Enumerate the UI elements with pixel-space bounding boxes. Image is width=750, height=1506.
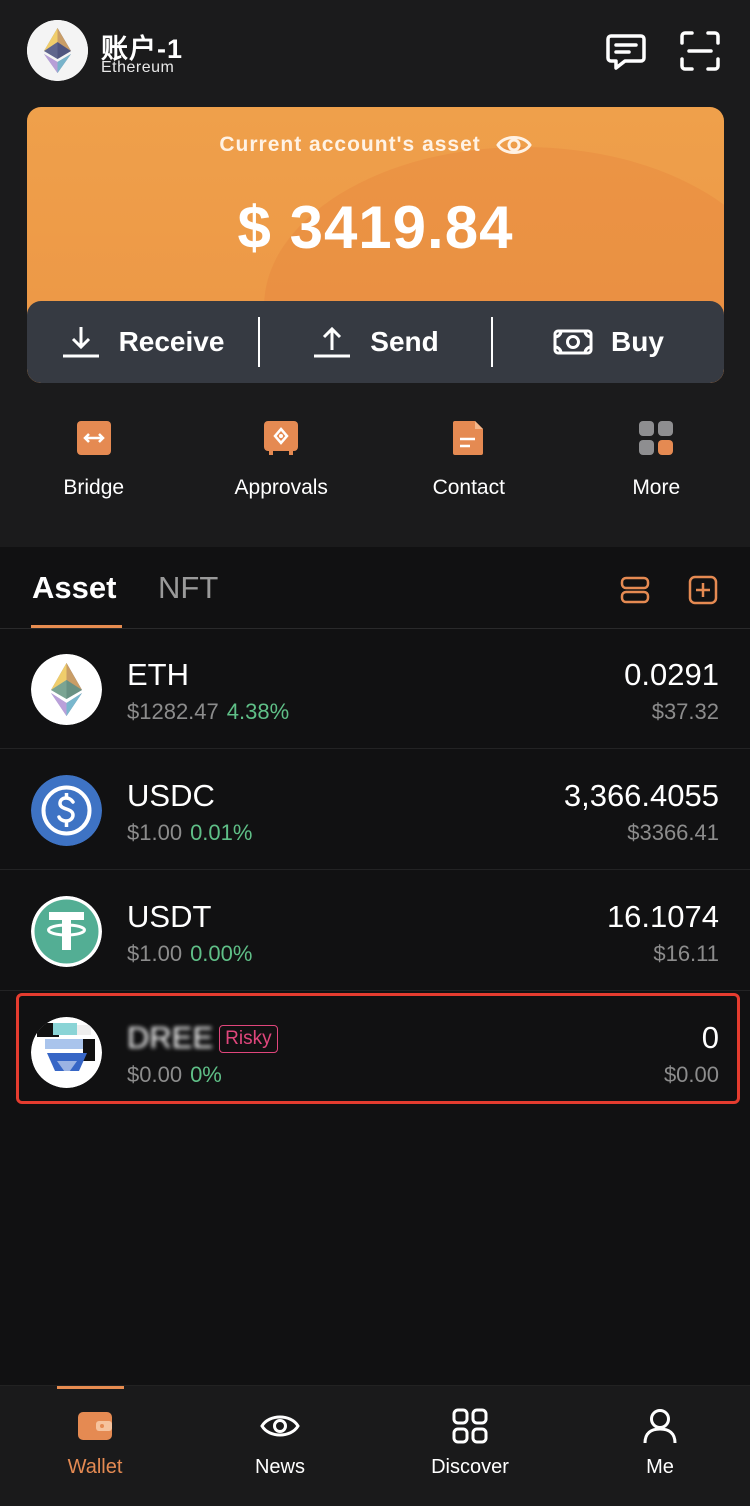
list-view-icon[interactable] <box>620 575 650 605</box>
nav-news-label: News <box>254 1456 305 1478</box>
bridge-label: Bridge <box>63 476 125 499</box>
token-symbol: USDT <box>127 899 212 934</box>
more-button[interactable]: More <box>563 420 750 516</box>
usdc-token-icon <box>31 775 102 846</box>
token-change: 0.00% <box>190 941 253 966</box>
action-bar: Receive Send Buy <box>27 301 724 383</box>
approvals-icon <box>264 421 299 455</box>
account-avatar[interactable] <box>27 20 88 81</box>
contact-icon <box>452 421 483 455</box>
discover-icon <box>452 1408 488 1444</box>
bridge-button[interactable]: Bridge <box>0 420 188 516</box>
eye-icon <box>260 1415 300 1437</box>
tab-asset[interactable]: Asset <box>32 570 116 606</box>
active-tab-indicator <box>31 625 122 628</box>
cash-icon <box>553 329 593 355</box>
approvals-button[interactable]: Approvals <box>188 420 376 516</box>
assets-panel: Asset NFT ETH $1282.47 4.38% 0.0291 $37.… <box>0 547 750 1385</box>
eye-icon[interactable] <box>495 133 532 157</box>
header: 账户-1 Ethereum <box>0 0 750 106</box>
total-balance: $ 3419.84 <box>237 194 514 261</box>
tab-nft[interactable]: NFT <box>158 570 218 606</box>
receive-button[interactable]: Receive <box>27 301 258 383</box>
bottom-nav: Wallet News Discover Me <box>0 1385 750 1506</box>
token-price-value: $1.00 <box>127 820 183 845</box>
asset-card: Current account's asset $ 3419.84 Receiv… <box>27 107 724 383</box>
token-row-usdt[interactable]: USDT $1.00 0.00% 16.1074 $16.11 <box>0 871 750 991</box>
token-price: $1.00 0.00% <box>127 941 252 967</box>
approvals-label: Approvals <box>234 476 328 499</box>
token-change: 0.01% <box>190 820 253 845</box>
nav-news[interactable]: News <box>185 1386 375 1506</box>
token-symbol: ETH <box>127 657 189 692</box>
highlight-annotation <box>16 993 740 1104</box>
nav-wallet[interactable]: Wallet <box>0 1386 190 1506</box>
nav-discover[interactable]: Discover <box>375 1386 565 1506</box>
token-price-value: $1.00 <box>127 941 183 966</box>
more-label: More <box>632 476 681 499</box>
more-grid-icon <box>639 421 674 455</box>
network-label: Ethereum <box>101 59 175 76</box>
token-row-eth[interactable]: ETH $1282.47 4.38% 0.0291 $37.32 <box>0 629 750 749</box>
asset-tabs: Asset NFT <box>0 547 750 629</box>
eth-token-icon <box>31 654 102 725</box>
token-row-usdc[interactable]: USDC $1.00 0.01% 3,366.4055 $3366.41 <box>0 750 750 870</box>
nav-me[interactable]: Me <box>565 1386 750 1506</box>
nav-discover-label: Discover <box>431 1456 509 1478</box>
buy-label: Buy <box>611 326 664 357</box>
token-value: $16.11 <box>653 941 719 966</box>
asset-label-text: Current account's asset <box>219 133 481 156</box>
wallet-icon <box>78 1412 112 1440</box>
token-price-value: $1282.47 <box>127 699 219 724</box>
send-label: Send <box>370 326 439 357</box>
token-amount: 0.0291 <box>624 657 719 692</box>
token-symbol: USDC <box>127 778 215 813</box>
token-price: $1282.47 4.38% <box>127 699 289 725</box>
token-amount: 16.1074 <box>606 899 719 934</box>
scan-icon[interactable] <box>679 30 721 72</box>
token-amount: 3,366.4055 <box>563 778 719 813</box>
bridge-icon <box>76 421 111 455</box>
token-value: $3366.41 <box>627 820 719 845</box>
receive-label: Receive <box>118 326 225 357</box>
quick-actions: Bridge Approvals Contact More <box>0 420 750 516</box>
token-change: 4.38% <box>226 699 290 724</box>
person-icon <box>643 1409 677 1444</box>
add-token-icon[interactable] <box>688 575 718 605</box>
token-price: $1.00 0.01% <box>127 820 252 846</box>
asset-label: Current account's asset <box>27 133 724 157</box>
buy-button[interactable]: Buy <box>493 301 724 383</box>
contact-label: Contact <box>432 476 505 499</box>
nav-me-label: Me <box>646 1456 674 1478</box>
nav-wallet-label: Wallet <box>67 1456 123 1478</box>
usdt-token-icon <box>31 896 102 967</box>
ethereum-logo-icon <box>27 20 88 81</box>
contact-button[interactable]: Contact <box>375 420 563 516</box>
token-value: $37.32 <box>651 699 719 724</box>
download-icon <box>62 327 99 358</box>
send-button[interactable]: Send <box>260 301 491 383</box>
chat-icon[interactable] <box>605 30 647 72</box>
upload-icon <box>314 326 351 358</box>
